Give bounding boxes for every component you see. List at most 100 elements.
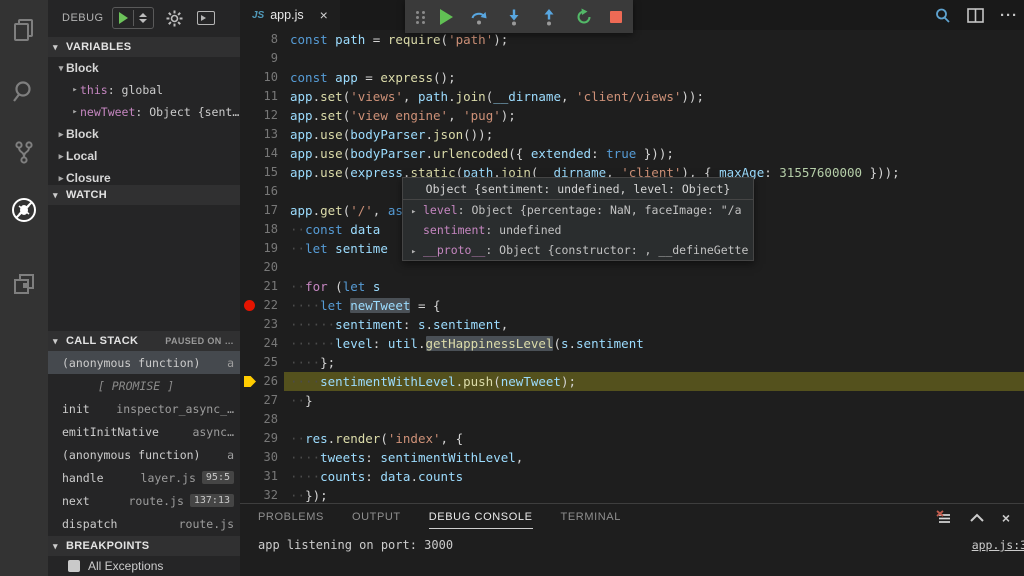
panel-actions: × [936,510,1010,526]
split-editor-icon[interactable] [967,8,984,23]
twistie-icon: ▸ [411,242,423,260]
variables-section-header[interactable]: ▾ VARIABLES [48,37,240,57]
line-number: 8 [240,30,278,49]
call-stack-section-header[interactable]: ▾ CALL STACK PAUSED ON … [48,331,240,351]
line-number: 13 [240,125,278,144]
variable-row[interactable]: ▾Block [48,57,240,79]
frame-source: route.js [128,494,183,508]
continue-button[interactable] [439,8,452,26]
panel-tab-terminal[interactable]: TERMINAL [561,511,621,529]
variable-row[interactable]: ▸Local [48,145,240,167]
watch-section-header[interactable]: ▾ WATCH [48,185,240,205]
debug-console-icon[interactable] [197,11,215,25]
call-stack-frame[interactable]: handlelayer.js95:5 [48,466,240,489]
call-stack-frame[interactable]: emitInitNativeasync… [48,420,240,443]
breakpoint-all-exceptions[interactable]: All Exceptions [48,556,240,576]
code-editor[interactable]: 8const path = require('path');910const a… [240,30,1024,503]
source-link[interactable]: app.js:37 [972,538,1024,552]
line-number: 16 [240,182,278,201]
close-panel-icon[interactable]: × [1002,510,1010,526]
editor-group: JS app.js × ··· [240,0,1024,576]
line-number: 29 [240,429,278,448]
code-line-10: 10const app = express(); [240,68,1024,87]
line-text: ····sentimentWithLevel.push(newTweet); [290,372,576,391]
panel-tab-debug-console[interactable]: DEBUG CONSOLE [429,511,533,529]
code-line-9: 9 [240,49,1024,68]
frame-source: async… [192,425,234,439]
frame-name: next [62,494,90,508]
twistie-icon: ▾ [53,190,58,201]
source-control-icon[interactable] [0,132,48,172]
frame-source: inspector_async_… [116,402,234,416]
line-text: ····}; [290,353,335,372]
step-over-button[interactable] [470,8,488,26]
tooltip-property-row[interactable]: ▸level: Object {percentage: NaN, faceIma… [403,200,753,220]
tab-appjs[interactable]: JS app.js × [240,0,340,30]
call-stack-frame[interactable]: [ PROMISE ] [48,374,240,397]
code-line-23: 23······sentiment: s.sentiment, [240,315,1024,334]
variable-row[interactable]: ▸Block [48,123,240,145]
breakpoints-section-header[interactable]: ▾ BREAKPOINTS [48,536,240,556]
line-text: const app = express(); [290,68,456,87]
line-text: ··}); [290,486,328,503]
launch-configuration[interactable] [112,7,154,29]
stop-button[interactable] [610,8,623,26]
tooltip-property-row[interactable]: ▸__proto__: Object {constructor: , __def… [403,240,753,260]
line-number: 31 [240,467,278,486]
line-text: app.use(bodyParser.urlencoded({ extended… [290,144,674,163]
twistie-icon: ▾ [53,541,58,552]
extensions-icon[interactable] [0,264,48,304]
line-text: ··for (let s [290,277,380,296]
variable-value: : global [108,83,163,97]
line-number: 32 [240,486,278,503]
scope-label: Closure [66,171,111,185]
step-out-button[interactable] [540,8,558,26]
call-stack-frame[interactable]: dispatchroute.js [48,512,240,535]
line-text: app.set('view engine', 'pug'); [290,106,516,125]
files-icon[interactable] [0,10,48,50]
code-line-21: 21··for (let s [240,277,1024,296]
checkbox[interactable] [68,560,80,572]
more-actions-icon[interactable]: ··· [1000,7,1018,24]
call-stack-frame[interactable]: initinspector_async_… [48,397,240,420]
restart-button[interactable] [575,8,593,26]
debug-toolbar [405,0,633,33]
tooltip-header: Object {sentiment: undefined, level: Obj… [403,178,753,200]
code-line-29: 29··res.render('index', { [240,429,1024,448]
tooltip-property-row: sentiment: undefined [403,220,753,240]
twistie-icon: ▸ [70,107,80,117]
variable-row[interactable]: ▸this: global [48,79,240,101]
call-stack-frame[interactable]: nextroute.js137:13 [48,489,240,512]
clear-console-icon[interactable] [936,510,952,526]
activity-bar [0,0,48,576]
line-text: ······sentiment: s.sentiment, [290,315,508,334]
variable-row[interactable]: ▸Closure [48,167,240,185]
gear-icon[interactable] [166,10,183,27]
property-value: : Object {percentage: NaN, faceImage: "/… [458,203,742,217]
debug-sidebar: DEBUG ▾ VARIABLES ▾Blo [48,0,240,576]
property-name: __proto__ [423,243,485,257]
code-line-24: 24······level: util.getHappinessLevel(s.… [240,334,1024,353]
config-dropdown-icon[interactable] [139,13,147,23]
find-icon[interactable] [934,7,951,24]
panel-tab-output[interactable]: OUTPUT [352,511,401,529]
breakpoint-icon[interactable] [244,300,255,311]
step-into-button[interactable] [505,8,523,26]
panel-tab-problems[interactable]: PROBLEMS [258,511,324,529]
twistie-icon: ▸ [56,173,66,184]
call-stack-frame[interactable]: (anonymous function)a [48,443,240,466]
code-line-26: 26····sentimentWithLevel.push(newTweet); [240,372,1024,391]
code-line-31: 31····counts: data.counts [240,467,1024,486]
debug-console-output: app listening on port: 3000 [258,538,453,552]
close-icon[interactable]: × [320,7,328,23]
code-line-14: 14app.use(bodyParser.urlencoded({ extend… [240,144,1024,163]
maximize-panel-icon[interactable] [970,513,984,523]
line-number: 24 [240,334,278,353]
debug-icon[interactable] [0,190,48,230]
twistie-icon: ▸ [56,129,66,140]
search-icon[interactable] [0,72,48,112]
variable-row[interactable]: ▸newTweet: Object {sent… [48,101,240,123]
call-stack-frame[interactable]: (anonymous function)a [48,351,240,374]
start-debug-icon[interactable] [119,12,128,24]
drag-handle[interactable] [415,10,422,24]
